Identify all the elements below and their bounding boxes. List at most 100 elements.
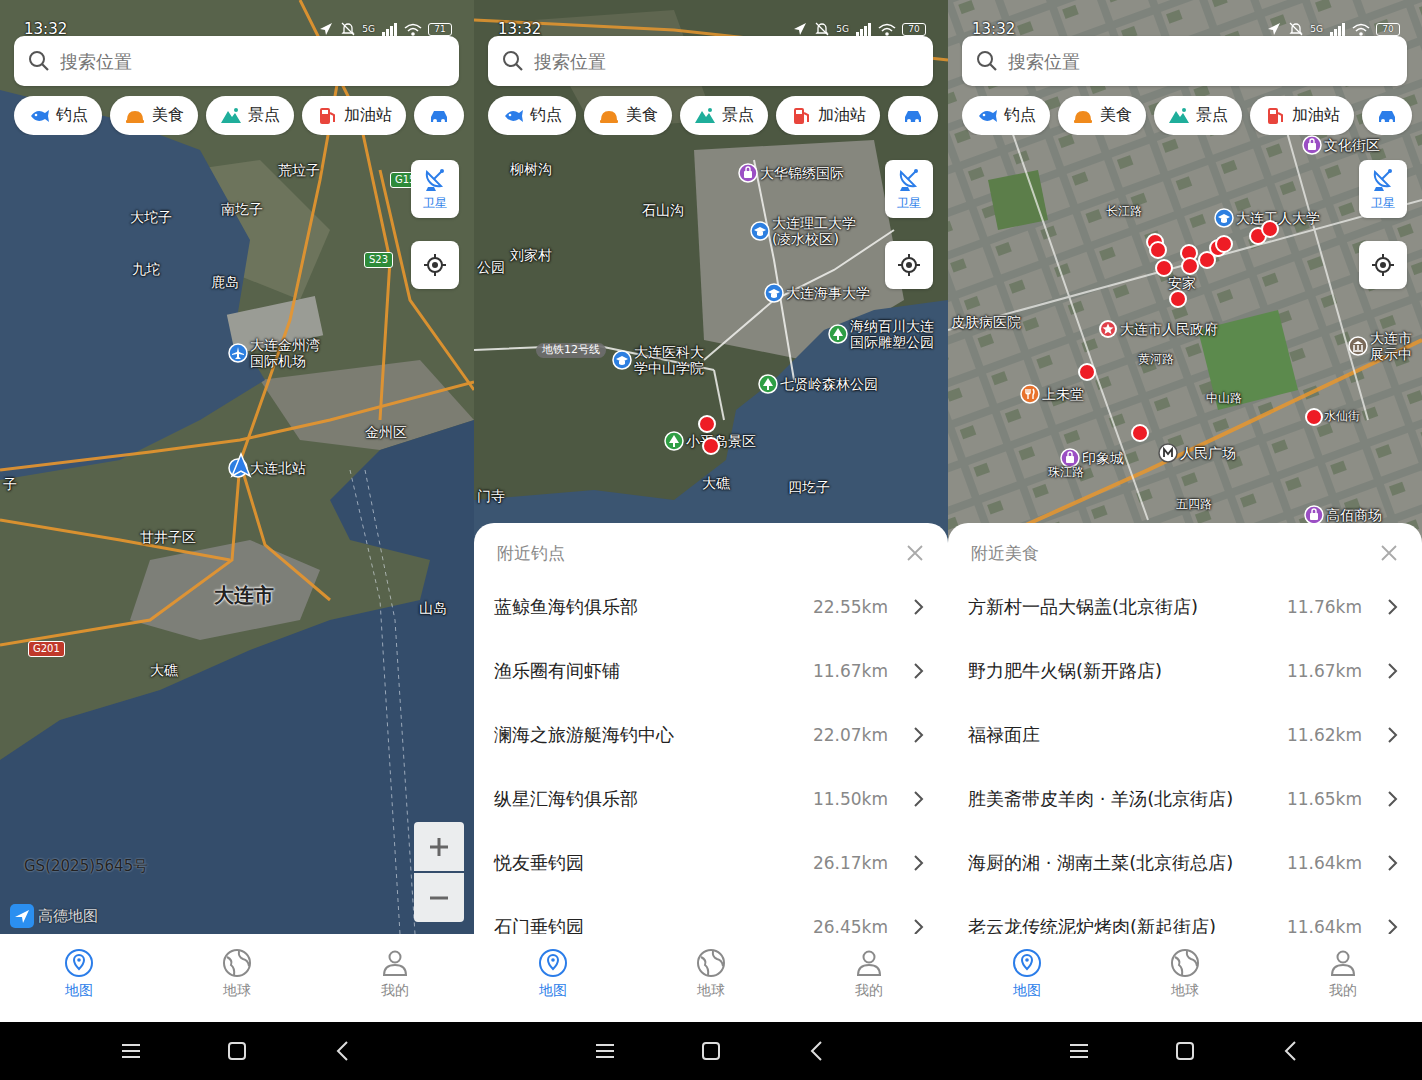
result-pin[interactable] [1131, 424, 1149, 442]
map-label[interactable]: 大连海事大学 [764, 283, 870, 303]
map-label[interactable]: 金州区 [365, 424, 407, 440]
poi-row[interactable]: 悦友垂钓园26.17km [474, 831, 948, 895]
home-button[interactable] [698, 1038, 724, 1064]
map-label[interactable]: 南圪子 [221, 201, 263, 217]
map-label[interactable]: 水仙街 [1324, 410, 1360, 424]
category-chip[interactable]: 加油站 [776, 96, 880, 135]
search-bar[interactable] [488, 36, 933, 86]
result-pin[interactable] [698, 415, 716, 433]
map-label[interactable]: 四圪子 [788, 479, 830, 495]
map-label[interactable]: 柳树沟 [510, 161, 552, 177]
category-chip[interactable]: 景点 [1154, 96, 1242, 135]
recent-apps-button[interactable] [1066, 1038, 1092, 1064]
map-label[interactable]: 上未堂 [1020, 384, 1084, 404]
home-button[interactable] [1172, 1038, 1198, 1064]
globe-tab[interactable]: 地球 [1106, 934, 1264, 1022]
poi-row[interactable]: 胜美斋带皮羊肉 · 羊汤(北京街店)11.65km [948, 767, 1422, 831]
map-label[interactable]: 大礁 [702, 475, 730, 491]
map-label[interactable]: 大连医科大学中山学院 [612, 344, 710, 376]
category-chip[interactable] [414, 96, 464, 135]
locate-button[interactable] [885, 241, 933, 289]
map-label[interactable]: 大连市 [214, 584, 274, 607]
map-label[interactable]: 海纳百川大连国际雕塑公园 [828, 318, 942, 350]
result-pin[interactable] [1261, 220, 1279, 238]
map-label[interactable]: 山岛 [419, 600, 447, 616]
zoom-out-button[interactable] [414, 873, 464, 922]
profile-tab[interactable]: 我的 [790, 934, 948, 1022]
map-label[interactable]: 大连理工大学(凌水校区) [750, 215, 872, 247]
satellite-button[interactable]: 卫星 [411, 160, 459, 218]
poi-row[interactable]: 纵星汇海钓俱乐部11.50km [474, 767, 948, 831]
map-label[interactable]: 刘家村 [510, 247, 552, 263]
map-label[interactable]: 荒垃子 [278, 162, 320, 178]
category-chip[interactable]: 钓点 [488, 96, 576, 135]
map-label[interactable]: 珠江路 [1048, 466, 1084, 480]
map-label[interactable]: 大礁 [150, 662, 178, 678]
poi-row[interactable]: 渔乐圈有间虾铺11.67km [474, 639, 948, 703]
satellite-button[interactable]: 卫星 [885, 160, 933, 218]
close-button[interactable] [1380, 544, 1398, 562]
map-label[interactable]: 高佰商场 [1304, 505, 1382, 525]
locate-button[interactable] [411, 241, 459, 289]
category-chip[interactable]: 景点 [206, 96, 294, 135]
profile-tab[interactable]: 我的 [316, 934, 474, 1022]
result-pin[interactable] [702, 437, 720, 455]
category-chip[interactable]: 加油站 [1250, 96, 1354, 135]
map-label[interactable]: 文化街区 [1302, 135, 1380, 155]
map-label[interactable]: S23 [364, 252, 393, 268]
satellite-button[interactable]: 卫星 [1359, 160, 1407, 218]
map-tab[interactable]: 地图 [948, 934, 1106, 1022]
map-label[interactable]: 九坨 [132, 261, 160, 277]
recent-apps-button[interactable] [592, 1038, 618, 1064]
search-input[interactable] [532, 50, 919, 73]
search-bar[interactable] [14, 36, 459, 86]
map-label[interactable]: 大坨子 [130, 209, 172, 225]
poi-row[interactable]: 老云龙传统泥炉烤肉(新起街店)11.64km [948, 895, 1422, 934]
map-label[interactable]: 安家 [1168, 275, 1196, 291]
poi-row[interactable]: 福禄面庄11.62km [948, 703, 1422, 767]
map-label[interactable]: 公园 [477, 259, 505, 275]
result-pin[interactable] [1215, 235, 1233, 253]
category-chip[interactable]: 美食 [584, 96, 672, 135]
map-label[interactable]: 五四路 [1176, 498, 1212, 512]
map[interactable]: 荒垃子大坨子南圪子九坨鹿岛大连金州湾国际机场金州区大连北站甘井子区大连市山岛大礁… [0, 0, 474, 934]
poi-row[interactable]: 海厨的湘 · 湖南土菜(北京街总店)11.64km [948, 831, 1422, 895]
map-label[interactable]: 石山沟 [642, 202, 684, 218]
map-label[interactable]: 皮肤病医院 [951, 314, 1021, 330]
map-label[interactable]: 地铁12号线 [536, 343, 606, 358]
category-chip[interactable]: 美食 [1058, 96, 1146, 135]
map-label[interactable]: 大连市展示中 [1348, 330, 1414, 362]
map-label[interactable]: 长江路 [1106, 205, 1142, 219]
map-label[interactable]: G201 [28, 641, 65, 657]
map-label[interactable]: 门寺 [477, 488, 505, 504]
map-label[interactable]: 人民广场 [1158, 443, 1236, 463]
result-pin[interactable] [1181, 257, 1199, 275]
poi-row[interactable]: 方新村一品大锅盖(北京街店)11.76km [948, 575, 1422, 639]
home-button[interactable] [224, 1038, 250, 1064]
map[interactable]: 文化街区大连工人大学长江路安家皮肤病医院大连市人民政府大连市展示中上未堂黄河路印… [948, 0, 1422, 934]
profile-tab[interactable]: 我的 [1264, 934, 1422, 1022]
category-chip[interactable]: 景点 [680, 96, 768, 135]
result-pin[interactable] [1155, 259, 1173, 277]
close-button[interactable] [906, 544, 924, 562]
poi-row[interactable]: 石门垂钓园26.45km [474, 895, 948, 934]
back-button[interactable] [804, 1038, 830, 1064]
category-chip[interactable] [1362, 96, 1412, 135]
map-label[interactable]: 大连金州湾国际机场 [228, 337, 326, 369]
map-tab[interactable]: 地图 [474, 934, 632, 1022]
result-pin[interactable] [1305, 408, 1323, 426]
locate-button[interactable] [1359, 241, 1407, 289]
map-label[interactable]: 中山路 [1206, 392, 1242, 406]
map[interactable]: 柳树沟石山沟 大华锦绣国际大连理工大学(凌水校区) 刘家村公园大连海事大学海纳百川大… [474, 0, 948, 934]
map-tab[interactable]: 地图 [0, 934, 158, 1022]
result-pin[interactable] [1078, 363, 1096, 381]
globe-tab[interactable]: 地球 [632, 934, 790, 1022]
category-chip[interactable]: 钓点 [962, 96, 1050, 135]
back-button[interactable] [330, 1038, 356, 1064]
category-chip[interactable]: 加油站 [302, 96, 406, 135]
category-chip[interactable] [888, 96, 938, 135]
map-label[interactable]: 大华锦绣国际 [738, 163, 844, 183]
recent-apps-button[interactable] [118, 1038, 144, 1064]
back-button[interactable] [1278, 1038, 1304, 1064]
category-chip[interactable]: 钓点 [14, 96, 102, 135]
